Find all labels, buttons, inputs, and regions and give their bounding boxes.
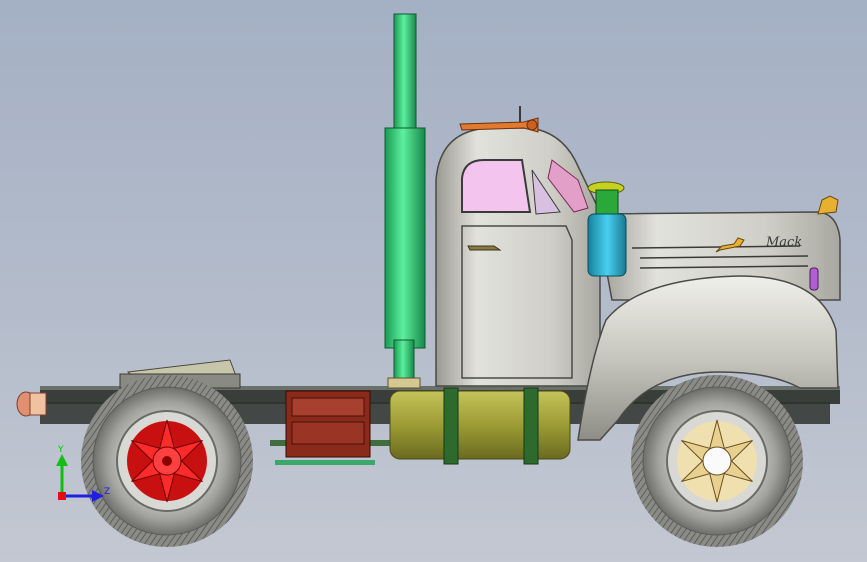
hood-ornament-icon	[817, 195, 839, 215]
hood-badge: Mack	[765, 235, 802, 250]
y-axis-label: Y	[57, 445, 64, 455]
truck-model[interactable]: Mack Y Z	[0, 0, 867, 562]
3d-viewport[interactable]: Mack Y Z	[0, 0, 867, 562]
z-axis-label: Z	[104, 487, 110, 497]
x-axis-dot	[58, 492, 66, 500]
cab[interactable]	[435, 127, 601, 387]
air-horn[interactable]	[459, 106, 539, 133]
air-cleaner[interactable]	[587, 181, 627, 277]
battery-box[interactable]	[285, 390, 371, 458]
exhaust-stack[interactable]	[384, 13, 426, 389]
marker-light[interactable]	[809, 267, 819, 291]
door-handle[interactable]	[467, 245, 502, 251]
rear-wheel[interactable]	[81, 375, 253, 547]
front-wheel[interactable]	[631, 375, 803, 547]
fuel-tank[interactable]	[389, 387, 571, 465]
tail-light[interactable]	[16, 391, 47, 417]
